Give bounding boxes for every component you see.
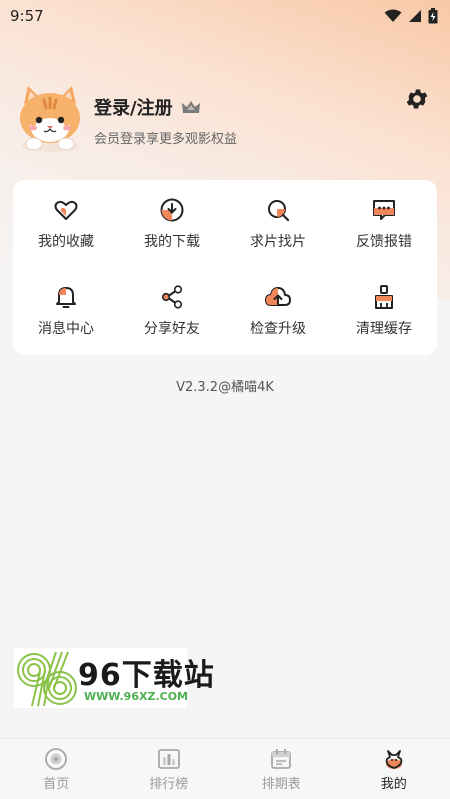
- menu-item-share[interactable]: 分享好友: [119, 268, 225, 356]
- home-icon: [45, 747, 68, 770]
- heart-icon: [54, 200, 78, 220]
- menu-item-favorites[interactable]: 我的收藏: [13, 180, 119, 268]
- wifi-icon: [384, 9, 402, 22]
- nav-label: 我的: [380, 776, 407, 792]
- menu-item-label: 分享好友: [144, 321, 200, 338]
- nav-item-schedule[interactable]: 排期表: [225, 739, 338, 799]
- nav-item-home[interactable]: 首页: [0, 739, 113, 799]
- nav-item-ranking[interactable]: 排行榜: [113, 739, 226, 799]
- version-label: V2.3.2@橘喵4K: [176, 380, 274, 395]
- menu-item-label: 清理缓存: [356, 321, 412, 338]
- nav-label: 首页: [43, 776, 70, 792]
- search-movie-icon: [268, 199, 290, 221]
- watermark-url: WWW.96XZ.COM: [84, 690, 188, 703]
- status-icons: [384, 8, 438, 24]
- crown-icon: [181, 101, 200, 113]
- ranking-icon: [157, 748, 180, 769]
- menu-item-label: 消息中心: [38, 321, 94, 338]
- battery-icon: [428, 8, 438, 24]
- menu-item-label: 我的下载: [144, 233, 200, 250]
- menu-item-request[interactable]: 求片找片: [225, 180, 331, 268]
- menu-item-label: 检查升级: [250, 321, 306, 338]
- nav-label: 排行榜: [149, 776, 189, 792]
- feedback-icon: [373, 199, 395, 220]
- nav-item-profile[interactable]: 我的: [338, 739, 450, 799]
- menu-item-clear-cache[interactable]: 清理缓存: [331, 268, 437, 356]
- download-icon: [160, 198, 184, 222]
- signal-icon: [409, 10, 421, 22]
- menu-item-label: 我的收藏: [38, 233, 94, 250]
- login-row[interactable]: 登录/注册: [94, 94, 201, 120]
- watermark-brand: 96下载站: [78, 658, 215, 693]
- login-register-label[interactable]: 登录/注册: [94, 94, 173, 120]
- menu-item-upgrade[interactable]: 检查升级: [225, 268, 331, 356]
- schedule-icon: [271, 748, 292, 769]
- menu-item-downloads[interactable]: 我的下载: [119, 180, 225, 268]
- nav-label: 排期表: [261, 776, 301, 792]
- menu-item-feedback[interactable]: 反馈报错: [331, 180, 437, 268]
- member-subtitle: 会员登录享更多观影权益: [94, 132, 238, 147]
- share-icon: [161, 285, 183, 309]
- profile-section: 登录/注册 会员登录享更多观影权益: [14, 82, 436, 154]
- gear-icon[interactable]: [404, 86, 430, 112]
- bottom-nav: 首页 排行榜 排期表 我的: [0, 738, 450, 799]
- function-card: 我的收藏 我的下载 求片找片 反馈报错 消息中心 分享好友 检查升级 清理缓存: [13, 180, 437, 355]
- menu-item-messages[interactable]: 消息中心: [13, 268, 119, 356]
- status-bar: 9:57: [0, 0, 450, 32]
- menu-item-label: 反馈报错: [356, 233, 412, 250]
- menu-item-label: 求片找片: [250, 233, 306, 250]
- upgrade-icon: [265, 287, 291, 307]
- profile-icon: [385, 749, 402, 769]
- bell-icon: [56, 287, 76, 309]
- cat-avatar[interactable]: [14, 82, 86, 154]
- status-time: 9:57: [10, 7, 44, 25]
- broom-icon: [375, 285, 393, 310]
